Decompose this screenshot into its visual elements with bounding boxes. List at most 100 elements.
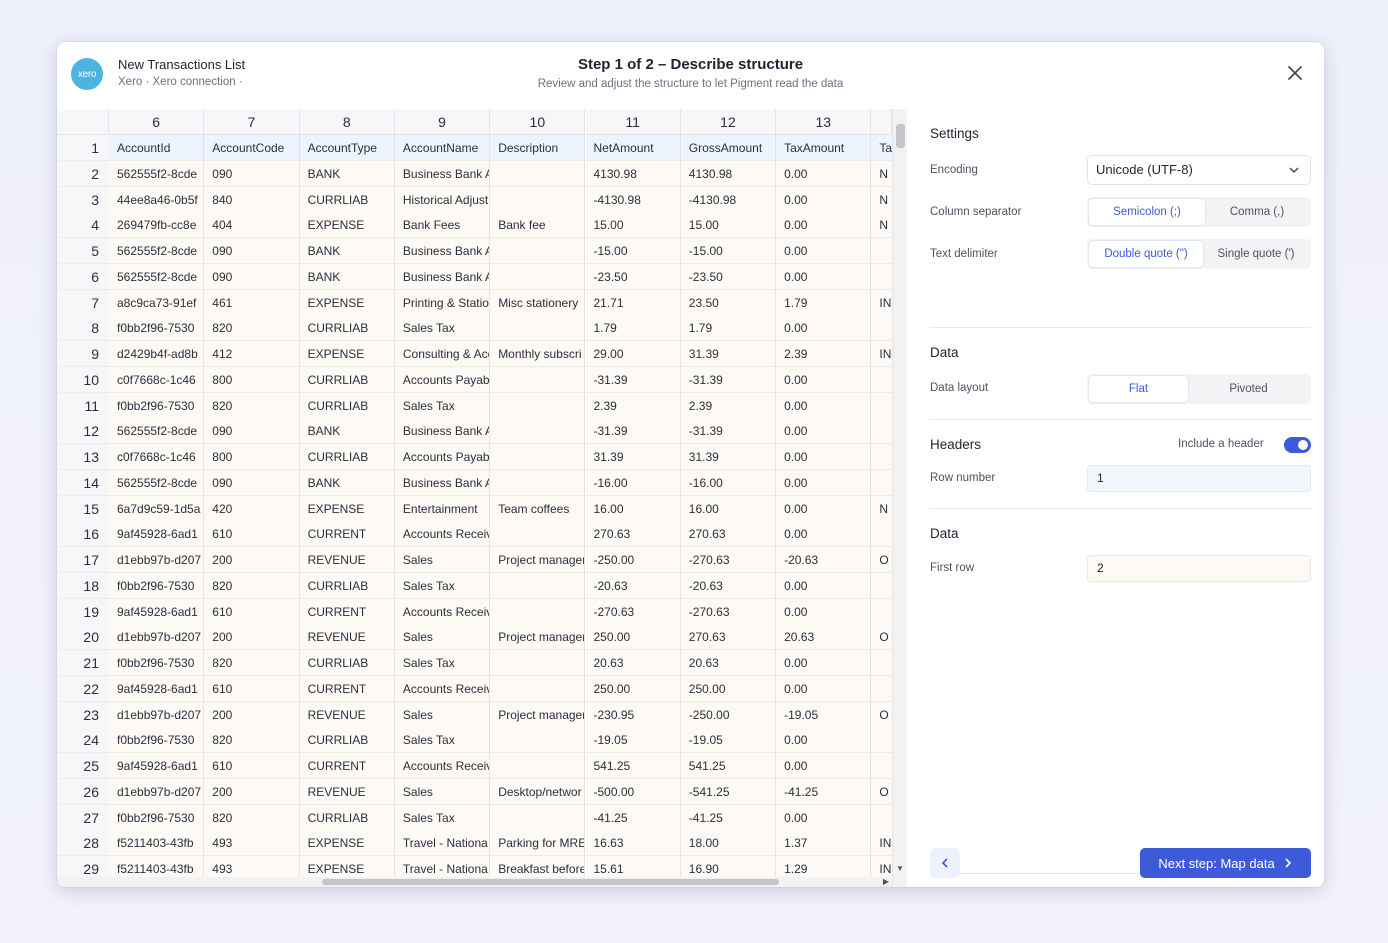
table-cell[interactable]: Accounts Payab — [394, 366, 491, 393]
table-cell-partial[interactable]: IN — [871, 289, 892, 316]
table-cell[interactable] — [490, 315, 586, 342]
row-number[interactable]: 156 — [57, 495, 113, 522]
table-cell[interactable]: Accounts Payab — [394, 444, 491, 470]
table-cell[interactable]: Sales — [394, 778, 491, 805]
row-number[interactable]: 17c — [57, 547, 113, 573]
table-cell[interactable]: Sales Tax — [394, 650, 491, 676]
table-cell[interactable]: 562555f2-8cde — [109, 263, 205, 290]
table-cell[interactable]: 20.63 — [680, 650, 777, 676]
table-cell-partial[interactable] — [871, 572, 892, 599]
table-cell[interactable]: Business Bank A — [394, 160, 491, 187]
table-cell[interactable]: 1.79 — [585, 315, 681, 342]
table-cell[interactable]: 0.00 — [776, 675, 872, 702]
table-cell[interactable]: 270.63 — [585, 521, 681, 548]
table-cell[interactable]: Accounts Receiv — [394, 521, 491, 548]
table-cell[interactable]: 820 — [204, 650, 300, 676]
table-cell[interactable]: CURRLIAB — [299, 727, 395, 754]
table-cell[interactable]: 541.25 — [585, 753, 681, 779]
table-cell-partial[interactable] — [871, 238, 892, 264]
row-number[interactable]: 43 — [57, 212, 113, 239]
table-cell[interactable]: d1ebb97b-d207 — [109, 701, 205, 728]
table-cell[interactable]: CURRENT — [299, 753, 395, 779]
table-cell[interactable] — [490, 263, 586, 290]
row-number[interactable]: 23c — [57, 701, 113, 728]
table-cell[interactable]: Accounts Receiv — [394, 675, 491, 702]
row-number[interactable]: 22 — [57, 160, 113, 187]
table-cell[interactable]: REVENUE — [299, 778, 395, 805]
table-cell[interactable]: f0bb2f96-7530 — [109, 650, 205, 676]
table-cell[interactable]: -23.50 — [680, 263, 777, 290]
table-cell[interactable]: 200 — [204, 624, 300, 651]
table-cell[interactable] — [490, 753, 586, 779]
delimiter-option-single-quote[interactable]: Single quote (') — [1203, 241, 1309, 267]
table-cell[interactable]: BANK — [299, 469, 395, 496]
row-number[interactable]: 118 — [57, 392, 113, 419]
table-cell[interactable]: 0.00 — [776, 804, 872, 831]
table-cell[interactable]: BANK — [299, 160, 395, 187]
table-cell[interactable]: 9af45928-6ad1 — [109, 598, 205, 625]
table-cell[interactable]: Monthly subscri — [490, 341, 586, 367]
table-cell-partial[interactable] — [871, 444, 892, 470]
table-cell[interactable]: 0.00 — [776, 315, 872, 342]
header-cell[interactable]: NetAmount — [585, 135, 681, 161]
table-cell[interactable]: 44ee8a46-0b5f — [109, 186, 205, 213]
row-number[interactable]: 145 — [57, 469, 113, 496]
table-cell[interactable]: 16.00 — [680, 495, 777, 522]
table-cell[interactable]: -20.63 — [680, 572, 777, 599]
table-cell[interactable]: Sales — [394, 701, 491, 728]
table-cell[interactable]: c0f7668c-1c46 — [109, 444, 205, 470]
column-number-header[interactable]: 11 — [585, 109, 681, 135]
separator-option-comma[interactable]: Comma (,) — [1205, 199, 1309, 225]
table-cell[interactable]: -230.95 — [585, 701, 681, 728]
table-cell[interactable]: 20.63 — [585, 650, 681, 676]
table-cell[interactable] — [490, 727, 586, 754]
table-cell[interactable]: -19.05 — [585, 727, 681, 754]
table-cell[interactable]: f5211403-43fb — [109, 830, 205, 857]
table-cell[interactable]: EXPENSE — [299, 289, 395, 316]
table-cell[interactable]: 0.00 — [776, 753, 872, 779]
table-cell-partial[interactable]: IN — [871, 341, 892, 367]
table-cell[interactable]: 090 — [204, 160, 300, 187]
table-cell[interactable]: 23.50 — [680, 289, 777, 316]
table-cell-partial[interactable]: N — [871, 160, 892, 187]
table-cell[interactable] — [490, 572, 586, 599]
separator-option-semicolon[interactable]: Semicolon (;) — [1089, 199, 1205, 225]
column-number-header[interactable]: 7 — [204, 109, 300, 135]
table-cell[interactable]: CURRENT — [299, 675, 395, 702]
row-number[interactable]: 3c — [57, 186, 113, 213]
table-cell[interactable]: Sales Tax — [394, 392, 491, 419]
row-number[interactable]: 165 — [57, 521, 113, 548]
header-cell[interactable]: GrossAmount — [680, 135, 777, 161]
table-cell[interactable]: 250.00 — [680, 675, 777, 702]
header-cell[interactable]: TaxAmount — [776, 135, 872, 161]
layout-option-flat[interactable]: Flat — [1089, 376, 1188, 402]
table-cell[interactable]: -31.39 — [585, 418, 681, 445]
table-cell[interactable]: 270.63 — [680, 521, 777, 548]
table-cell[interactable]: 0.00 — [776, 212, 872, 239]
table-cell[interactable]: 0.00 — [776, 469, 872, 496]
header-cell[interactable]: AccountName — [394, 135, 491, 161]
table-cell[interactable] — [490, 650, 586, 676]
table-cell[interactable]: BANK — [299, 238, 395, 264]
table-cell[interactable]: REVENUE — [299, 547, 395, 573]
table-cell[interactable]: a8c9ca73-91ef — [109, 289, 205, 316]
table-cell[interactable] — [490, 521, 586, 548]
table-cell[interactable]: 200 — [204, 547, 300, 573]
table-cell[interactable]: 820 — [204, 804, 300, 831]
table-cell[interactable]: CURRENT — [299, 521, 395, 548]
table-cell-partial[interactable]: N — [871, 186, 892, 213]
table-cell[interactable]: EXPENSE — [299, 830, 395, 857]
row-number[interactable]: 218 — [57, 650, 113, 676]
header-cell[interactable]: AccountCode — [204, 135, 300, 161]
table-cell[interactable]: 16.63 — [585, 830, 681, 857]
table-cell[interactable]: -31.39 — [585, 366, 681, 393]
table-cell[interactable]: Sales Tax — [394, 315, 491, 342]
table-cell-partial[interactable]: O — [871, 547, 892, 573]
row-number[interactable]: 188 — [57, 572, 113, 599]
column-number-header[interactable]: 10 — [490, 109, 586, 135]
table-cell[interactable]: 31.39 — [680, 444, 777, 470]
table-cell[interactable]: Sales Tax — [394, 727, 491, 754]
table-cell[interactable]: -19.05 — [680, 727, 777, 754]
table-cell[interactable]: 0.00 — [776, 418, 872, 445]
table-cell[interactable]: Sales — [394, 547, 491, 573]
